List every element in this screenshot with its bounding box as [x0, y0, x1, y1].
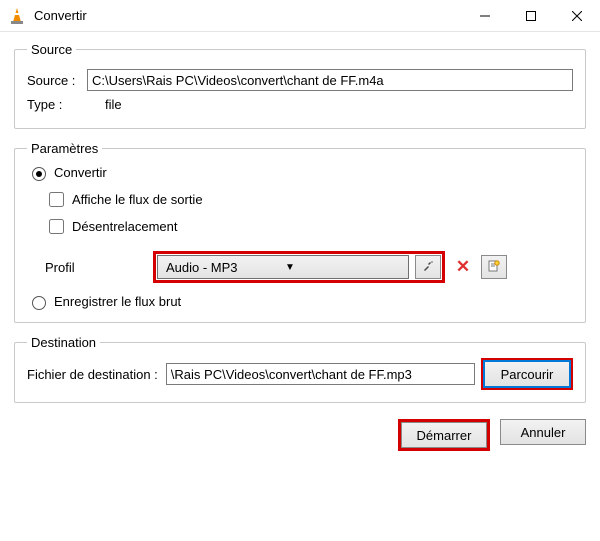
- dump-raw-label: Enregistrer le flux brut: [54, 294, 181, 309]
- edit-profile-button[interactable]: [415, 255, 441, 279]
- new-doc-icon: [487, 259, 501, 276]
- parameters-legend: Paramètres: [27, 141, 102, 156]
- source-label: Source :: [27, 73, 87, 88]
- convert-radio[interactable]: [32, 167, 46, 181]
- x-icon: ✕: [456, 257, 470, 277]
- start-button[interactable]: Démarrer: [401, 422, 487, 448]
- destination-legend: Destination: [27, 335, 100, 350]
- profil-highlight: Audio - MP3 ▼: [153, 251, 445, 283]
- browse-highlight: Parcourir: [481, 358, 573, 390]
- chevron-down-icon: ▼: [285, 262, 404, 273]
- display-output-label: Affiche le flux de sortie: [72, 192, 203, 207]
- destination-group: Destination Fichier de destination : Par…: [14, 335, 586, 403]
- maximize-button[interactable]: [508, 0, 554, 32]
- close-button[interactable]: [554, 0, 600, 32]
- minimize-button[interactable]: [462, 0, 508, 32]
- deinterlace-label: Désentrelacement: [72, 219, 178, 234]
- titlebar: Convertir: [0, 0, 600, 32]
- display-output-checkbox[interactable]: [49, 192, 64, 207]
- destination-file-input[interactable]: [166, 363, 475, 385]
- profil-label: Profil: [45, 260, 153, 275]
- browse-button[interactable]: Parcourir: [484, 361, 570, 387]
- start-highlight: Démarrer: [398, 419, 490, 451]
- cancel-button[interactable]: Annuler: [500, 419, 586, 445]
- source-legend: Source: [27, 42, 76, 57]
- deinterlace-checkbox[interactable]: [49, 219, 64, 234]
- destination-file-label: Fichier de destination :: [27, 367, 158, 382]
- parameters-group: Paramètres Convertir Affiche le flux de …: [14, 141, 586, 323]
- profil-combobox[interactable]: Audio - MP3 ▼: [157, 255, 409, 279]
- profil-value: Audio - MP3: [166, 260, 285, 275]
- type-value: file: [105, 97, 122, 112]
- vlc-icon: [8, 7, 26, 25]
- wrench-icon: [421, 259, 435, 276]
- convert-label: Convertir: [54, 165, 107, 180]
- type-label: Type :: [27, 97, 87, 112]
- window-controls: [462, 0, 600, 32]
- delete-profile-button[interactable]: ✕: [451, 255, 475, 279]
- dump-raw-radio[interactable]: [32, 296, 46, 310]
- source-group: Source Source : Type : file: [14, 42, 586, 129]
- window-title: Convertir: [34, 8, 462, 23]
- new-profile-button[interactable]: [481, 255, 507, 279]
- source-input[interactable]: [87, 69, 573, 91]
